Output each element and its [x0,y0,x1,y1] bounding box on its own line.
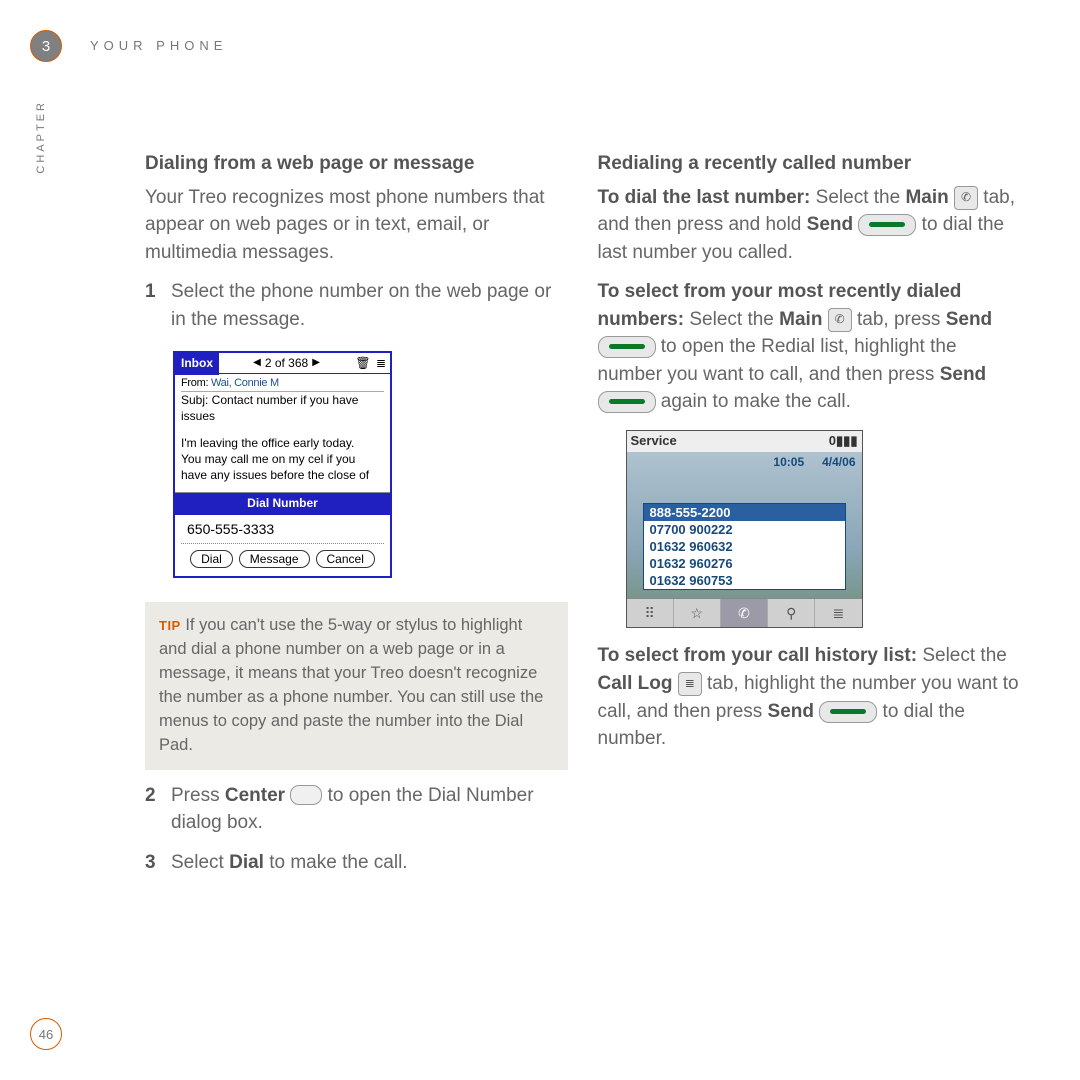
list-item[interactable]: 01632 960276 [644,555,845,572]
send-button-icon [858,214,916,236]
signal-icon: 0▮▮▮ [829,432,858,451]
tip-label: TIP [159,618,181,633]
left-column: Dialing from a web page or message Your … [145,150,568,876]
list-item[interactable]: 01632 960632 [644,538,845,555]
tab-dialpad-icon[interactable]: ⠿ [627,599,674,627]
tip-text: If you can't use the 5-way or stylus to … [159,616,543,754]
p2-b: Select the [684,309,779,330]
inbox-subject: Subj: Contact number if you have issues [181,392,384,424]
inbox-pager: 2 of 368 [265,355,308,372]
right-column: Redialing a recently called number To di… [598,150,1021,876]
call-history-paragraph: To select from your call history list: S… [598,642,1021,752]
left-heading: Dialing from a web page or message [145,150,568,178]
service-title: Service [631,432,677,451]
redial-list: 888-555-2200 07700 900222 01632 960632 0… [643,503,846,590]
service-time: 10:05 [773,454,804,471]
redial-screenshot: Service 0▮▮▮ 10:05 4/4/06 888-555-2200 0… [626,430,863,629]
dial-number-value: 650-555-3333 [181,515,384,544]
step-3-bold: Dial [229,852,264,873]
p1-send: Send [807,214,853,235]
list-item[interactable]: 07700 900222 [644,521,845,538]
list-item[interactable]: 888-555-2200 [644,504,845,521]
p3-calllog: Call Log [598,673,673,694]
redial-last-paragraph: To dial the last number: Select the Main… [598,184,1021,267]
chapter-number: 3 [42,38,50,55]
tab-favorites-icon[interactable]: ☆ [674,599,721,627]
dial-button[interactable]: Dial [190,550,233,568]
tab-calllog-icon[interactable]: ≣ [815,599,861,627]
chapter-side-label: CHAPTER [35,100,47,174]
send-button-icon [598,336,656,358]
step-1: 1 Select the phone number on the web pag… [145,278,568,333]
menu-icon[interactable]: ≣ [372,355,390,372]
redial-recent-paragraph: To select from your most recently dialed… [598,278,1021,416]
trash-icon[interactable]: 🗑 [354,355,372,372]
tab-main-icon[interactable]: ✆ [721,599,768,627]
step-3-text-c: to make the call. [264,852,408,873]
step-1-number: 1 [145,278,171,333]
p2-d: tab, press [852,309,946,330]
prev-icon[interactable]: ◀ [253,356,261,371]
step-2-bold: Center [225,785,285,806]
running-head: YOUR PHONE [90,38,227,53]
step-1-text: Select the phone number on the web page … [171,278,568,333]
cancel-button[interactable]: Cancel [316,550,375,568]
send-button-icon [598,391,656,413]
step-2-number: 2 [145,782,171,837]
inbox-body-line: have any issues before the close of [181,467,384,483]
next-icon[interactable]: ▶ [312,356,320,371]
p1-b: Select the [810,187,905,208]
step-2-text-a: Press [171,785,225,806]
tab-contacts-icon[interactable]: ⚲ [768,599,815,627]
chapter-badge: 3 [30,30,62,62]
p3-b: Select the [917,645,1007,666]
step-3-number: 3 [145,849,171,877]
inbox-title: Inbox [175,351,219,375]
inbox-body-line: You may call me on my cel if you [181,451,384,467]
send-button-icon [819,701,877,723]
p3-send: Send [768,701,814,722]
inbox-body-line: I'm leaving the office early today. [181,435,384,451]
service-date: 4/4/06 [822,454,855,471]
p3-lead: To select from your call history list: [598,645,918,666]
step-3-text-a: Select [171,852,229,873]
tip-box: TIP If you can't use the 5-way or stylus… [145,602,568,770]
inbox-screenshot: Inbox ◀ 2 of 368 ▶ 🗑 ≣ From: Wai, Connie… [173,351,392,578]
main-tab-icon: ✆ [828,308,852,332]
inbox-from-value: Wai, Connie M [211,377,279,389]
p2-main: Main [779,309,822,330]
center-button-icon [290,785,322,805]
step-3: 3 Select Dial to make the call. [145,849,568,877]
main-tab-icon: ✆ [954,186,978,210]
dial-number-band: Dial Number [175,493,390,514]
p2-h: again to make the call. [656,391,851,412]
p2-send1: Send [946,309,992,330]
p2-send2: Send [940,364,986,385]
message-button[interactable]: Message [239,550,310,568]
p1-main: Main [905,187,948,208]
page-number-value: 46 [39,1027,53,1042]
left-intro: Your Treo recognizes most phone numbers … [145,184,568,267]
inbox-from-label: From: [181,377,208,389]
page-number: 46 [30,1018,62,1050]
right-heading: Redialing a recently called number [598,150,1021,178]
list-item[interactable]: 01632 960753 [644,572,845,589]
step-2: 2 Press Center to open the Dial Number d… [145,782,568,837]
p1-lead: To dial the last number: [598,187,811,208]
calllog-tab-icon: ≣ [678,672,702,696]
